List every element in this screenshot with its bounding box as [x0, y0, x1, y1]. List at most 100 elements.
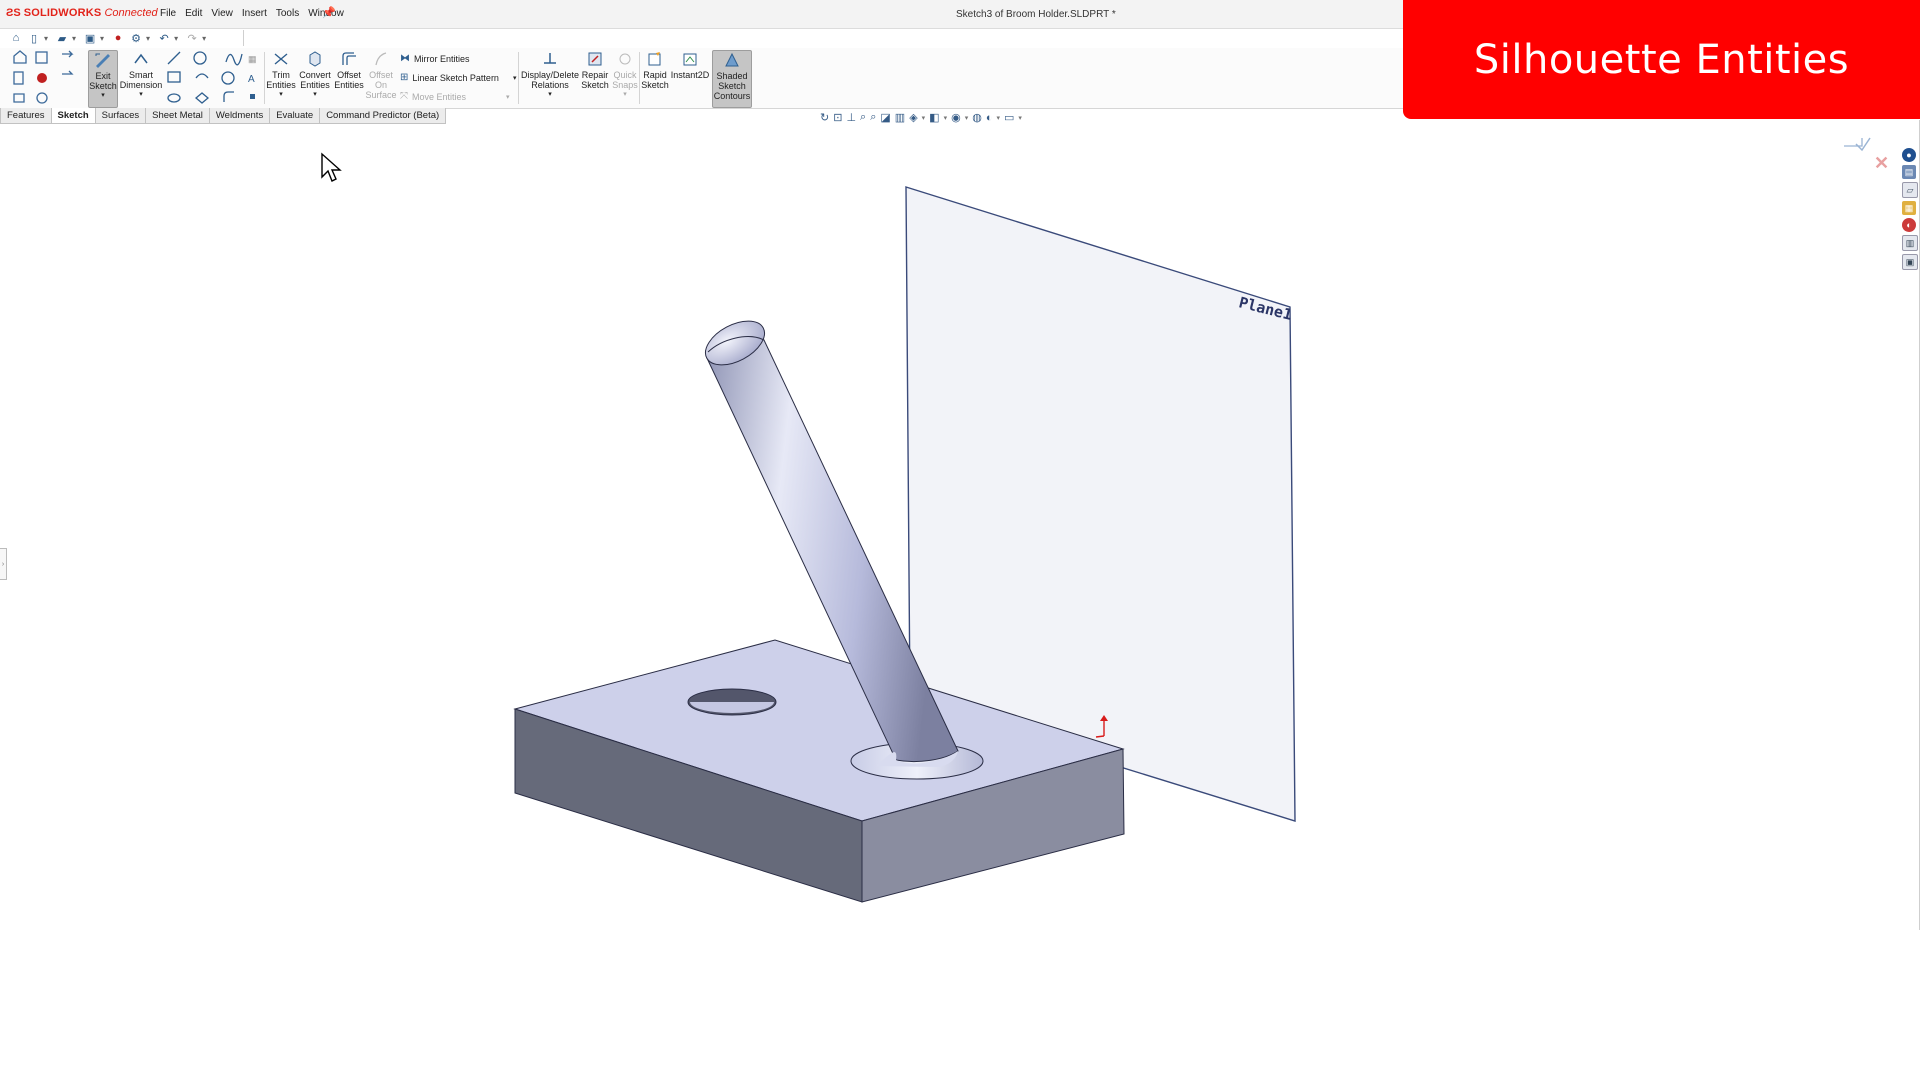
chevron-down-icon[interactable]: ▾: [44, 34, 48, 43]
menu-insert[interactable]: Insert: [242, 8, 267, 19]
zoom-to-area-icon[interactable]: ⊥: [846, 111, 856, 124]
tab-features[interactable]: Features: [0, 108, 52, 124]
linear-sketch-pattern-button[interactable]: ⊞ Linear Sketch Pattern ▾: [400, 72, 516, 83]
cancel-sketch-icon[interactable]: ✕: [1874, 153, 1889, 174]
mirror-entities-button[interactable]: ⧓ Mirror Entities: [400, 53, 470, 64]
tab-evaluate[interactable]: Evaluate: [269, 108, 321, 124]
trim-entities-button[interactable]: Trim Entities ▾: [266, 50, 296, 106]
rotate-view-icon[interactable]: ↻: [820, 111, 829, 124]
previous-view-icon[interactable]: ⌕: [860, 111, 866, 124]
chevron-down-icon[interactable]: ▾: [1018, 114, 1022, 122]
instant2d-button[interactable]: Instant2D: [671, 50, 709, 106]
dynamic-annotation-icon[interactable]: ▥: [895, 111, 905, 124]
tab-surfaces[interactable]: Surfaces: [94, 108, 147, 124]
chevron-down-icon[interactable]: ▾: [139, 90, 143, 100]
chevron-down-icon[interactable]: ▾: [996, 114, 1000, 122]
pin-menu-icon[interactable]: 📌: [322, 6, 336, 19]
view-orientation-icon[interactable]: ◈: [909, 111, 917, 124]
repair-sketch-icon: [584, 50, 606, 68]
chevron-down-icon[interactable]: ▾: [174, 34, 178, 43]
open-folder-icon[interactable]: ▰: [54, 31, 70, 45]
confirmation-corner-icon[interactable]: [1842, 134, 1872, 156]
convert-entities-icon: [304, 50, 326, 68]
toolbar-divider: [243, 30, 244, 46]
view-palette-icon[interactable]: ▦: [1902, 201, 1916, 215]
solidworks-forum-icon[interactable]: ▣: [1902, 254, 1918, 270]
ribbon-divider: [264, 52, 265, 104]
view-settings-icon[interactable]: ▭: [1004, 111, 1014, 124]
chevron-down-icon[interactable]: ▾: [202, 34, 206, 43]
design-library-icon[interactable]: ▤: [1902, 165, 1916, 179]
task-pane: ● ▤ ▱ ▦ ◐ ▥ ▣: [1902, 148, 1918, 270]
chevron-down-icon[interactable]: ▾: [965, 114, 969, 122]
tab-sheet-metal[interactable]: Sheet Metal: [145, 108, 210, 124]
new-document-icon[interactable]: ▯: [26, 31, 42, 45]
menu-edit[interactable]: Edit: [185, 8, 202, 19]
app-brand: ƧS SOLIDWORKS Connected: [6, 7, 158, 19]
move-entities-button[interactable]: ⤧ Move Entities ▾: [400, 91, 510, 102]
convert-entities-button[interactable]: Convert Entities ▾: [298, 50, 332, 106]
exit-sketch-icon: [92, 51, 114, 69]
quick-access-toolbar: ⌂ ▯ ▾ ▰ ▾ ▣ ▾ ● ⚙ ▾ ↶ ▾ ↷ ▾: [0, 28, 253, 48]
smart-dimension-button[interactable]: Smart Dimension ▾: [119, 50, 163, 106]
section-view-icon[interactable]: ◪: [880, 111, 890, 124]
svg-text:A: A: [248, 74, 255, 85]
chevron-down-icon[interactable]: ▾: [146, 34, 150, 43]
file-explorer-icon[interactable]: ▱: [1902, 182, 1918, 198]
quick-snaps-button[interactable]: Quick Snaps ▾: [612, 50, 638, 106]
brand-suffix: Connected: [104, 7, 158, 19]
tab-command-predictor[interactable]: Command Predictor (Beta): [319, 108, 447, 124]
save-icon[interactable]: ▣: [82, 31, 98, 45]
ds-logo-icon: ƧS: [6, 7, 21, 19]
trim-icon: [270, 50, 292, 68]
chevron-down-icon[interactable]: ▾: [506, 93, 510, 101]
chevron-down-icon[interactable]: ▾: [623, 90, 627, 100]
left-toolbar-icons[interactable]: [6, 50, 88, 106]
offset-on-surface-button[interactable]: Offset On Surface: [365, 50, 397, 106]
apply-scene-icon[interactable]: ◐: [986, 112, 993, 124]
display-style-icon[interactable]: ◧: [929, 111, 939, 124]
solidworks-resources-icon[interactable]: ●: [1902, 148, 1916, 162]
appearances-icon[interactable]: ◐: [1902, 218, 1916, 232]
chevron-down-icon[interactable]: ▾: [313, 90, 317, 100]
undo-icon[interactable]: ↶: [156, 31, 172, 45]
hide-show-items-icon[interactable]: ◉: [951, 111, 961, 124]
chevron-down-icon[interactable]: ▾: [513, 74, 517, 82]
display-delete-relations-button[interactable]: Display/Delete Relations ▾: [520, 50, 580, 106]
feature-manager-toggle[interactable]: ›: [0, 548, 7, 580]
menu-tools[interactable]: Tools: [276, 8, 299, 19]
chevron-down-icon[interactable]: ▾: [279, 90, 283, 100]
chevron-down-icon[interactable]: ▾: [922, 114, 926, 122]
tab-sketch[interactable]: Sketch: [50, 108, 96, 124]
chevron-down-icon[interactable]: ▾: [101, 91, 105, 101]
graphics-area[interactable]: Plane1: [0, 124, 1900, 1080]
chevron-down-icon[interactable]: ▾: [100, 34, 104, 43]
repair-sketch-button[interactable]: Repair Sketch: [580, 50, 610, 106]
home-icon[interactable]: ⌂: [8, 31, 24, 45]
ribbon-divider: [518, 52, 519, 104]
command-manager: Exit Sketch ▾ Smart Dimension ▾ ▦ A Trim…: [0, 48, 1405, 109]
sketch-entities-grid[interactable]: ▦ A: [166, 50, 262, 106]
custom-properties-icon[interactable]: ▥: [1902, 235, 1918, 251]
exit-sketch-button[interactable]: Exit Sketch ▾: [88, 50, 118, 108]
offset-on-surface-icon: [370, 50, 392, 68]
options-gear-icon[interactable]: ⚙: [128, 31, 144, 45]
offset-entities-button[interactable]: Offset Entities: [334, 50, 364, 106]
rebuild-icon[interactable]: ●: [110, 31, 126, 45]
brand-name: SOLIDWORKS: [23, 7, 102, 19]
edit-appearance-icon[interactable]: ◍: [972, 111, 982, 124]
tab-weldments[interactable]: Weldments: [208, 108, 271, 124]
rapid-sketch-button[interactable]: Rapid Sketch: [641, 50, 669, 106]
menu-view[interactable]: View: [211, 8, 233, 19]
chevron-down-icon[interactable]: ▾: [548, 90, 552, 100]
zoom-to-fit-icon[interactable]: ⊡: [833, 111, 842, 124]
zoom-in-icon[interactable]: ⌕: [870, 111, 876, 124]
document-title: Sketch3 of Broom Holder.SLDPRT *: [956, 9, 1116, 20]
shaded-sketch-contours-button[interactable]: Shaded Sketch Contours: [712, 50, 752, 108]
menu-file[interactable]: File: [160, 8, 176, 19]
chevron-down-icon[interactable]: ▾: [72, 34, 76, 43]
redo-icon[interactable]: ↷: [184, 31, 200, 45]
ribbon-divider: [639, 52, 640, 104]
title-banner: Silhouette Entities: [1403, 0, 1920, 119]
chevron-down-icon[interactable]: ▾: [944, 114, 948, 122]
